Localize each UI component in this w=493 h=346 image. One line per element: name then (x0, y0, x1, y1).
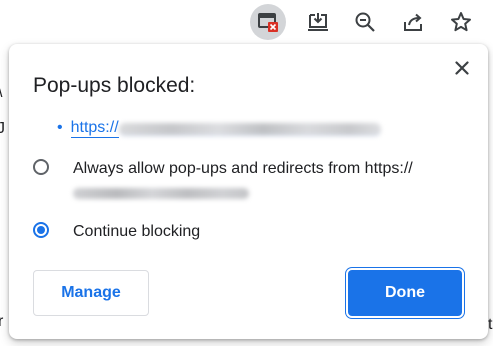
popup-blocked-icon (258, 13, 278, 32)
allow-option-label: Always allow pop-ups and redirects from … (73, 160, 413, 177)
popups-blocked-dialog: Pop-ups blocked: • https:// Always allow… (9, 44, 488, 339)
manage-button[interactable]: Manage (33, 270, 149, 316)
zoom-out-icon (355, 12, 375, 32)
install-app-button[interactable] (300, 4, 336, 40)
bookmark-star-icon (451, 12, 471, 32)
install-app-icon (308, 13, 328, 31)
block-radio[interactable] (33, 222, 49, 238)
redacted-domain (73, 188, 249, 199)
redacted-url (118, 122, 381, 136)
page-text-fragment: J (0, 120, 5, 137)
share-button[interactable] (395, 4, 431, 40)
dialog-title: Pop-ups blocked: (33, 74, 196, 97)
page-text-fragment: \ (0, 84, 2, 102)
block-option-label: Continue blocking (73, 223, 201, 240)
zoom-out-button[interactable] (347, 4, 383, 40)
blocked-popup-link[interactable]: • https:// (57, 118, 381, 138)
allow-popups-option[interactable]: Always allow pop-ups and redirects from … (33, 158, 413, 199)
continue-blocking-option[interactable]: Continue blocking (33, 221, 200, 243)
bookmark-button[interactable] (443, 4, 479, 40)
browser-toolbar (0, 0, 493, 44)
done-button[interactable]: Done (348, 270, 462, 316)
close-button[interactable] (452, 58, 472, 78)
share-icon (404, 13, 422, 31)
popup-blocked-button[interactable] (250, 4, 286, 40)
page-text-fragment: t (488, 316, 493, 333)
list-bullet: • (57, 119, 63, 136)
allow-radio[interactable] (33, 159, 49, 175)
page-text-fragment: r (0, 313, 4, 330)
close-icon (455, 61, 469, 75)
blocked-url-prefix: https:// (70, 118, 119, 138)
